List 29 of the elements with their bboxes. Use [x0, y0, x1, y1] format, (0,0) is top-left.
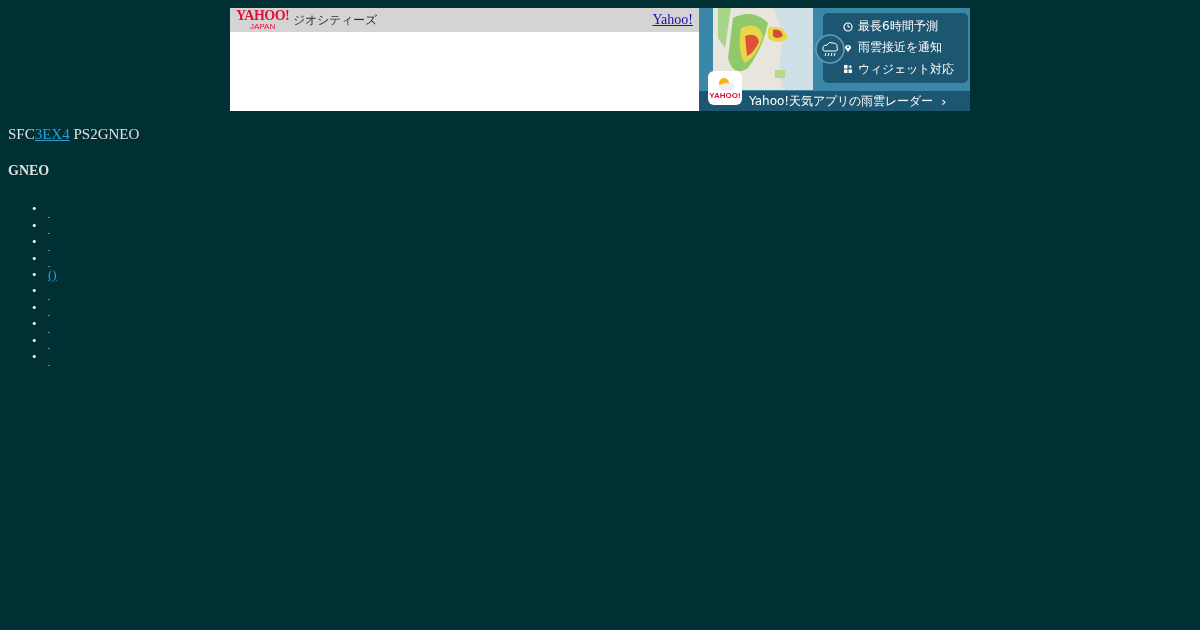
bullet: • — [32, 201, 38, 217]
bullet: • — [32, 250, 38, 267]
weather-banner[interactable]: 最長6時間予測 雨雲接近を通知 ウィジェット対応 YAHOO! Yahoo!天気アプリの雨雲レーダー › — [699, 8, 970, 111]
feature-text: 雨雲接近を通知 — [858, 39, 942, 57]
bullet: • — [32, 217, 38, 234]
service-name: ジオシティーズ — [293, 11, 378, 29]
bullet: • — [32, 267, 38, 284]
intro-text: SFC3EX4 PS2GNEO — [8, 126, 141, 143]
pin-icon — [843, 43, 853, 53]
chevron-icon: › — [941, 94, 947, 108]
clock-icon — [843, 21, 853, 32]
bullet: • — [32, 299, 38, 316]
rain-cloud-icon — [815, 34, 845, 64]
yahoo-link[interactable]: Yahoo! — [652, 12, 693, 28]
bullet: • — [32, 316, 38, 333]
feature-text: ウィジェット対応 — [858, 60, 954, 78]
bullet: • — [32, 283, 38, 300]
yahoo-logo: YAHOO! — [236, 9, 290, 23]
feature-text: 最長6時間予測 — [858, 18, 938, 36]
text-link[interactable]: 3EX4 — [34, 126, 70, 142]
bullet: • — [32, 349, 38, 366]
section-heading: GNEO — [8, 163, 51, 179]
list-link[interactable]: () — [48, 267, 73, 283]
widget-icon — [843, 64, 853, 75]
bullet: • — [32, 332, 38, 349]
app-icon: YAHOO! — [708, 71, 742, 105]
logo-subtitle: JAPAN — [250, 23, 276, 31]
bullet: • — [32, 234, 38, 251]
cta-text: Yahoo!天気アプリの雨雲レーダー — [749, 92, 934, 110]
